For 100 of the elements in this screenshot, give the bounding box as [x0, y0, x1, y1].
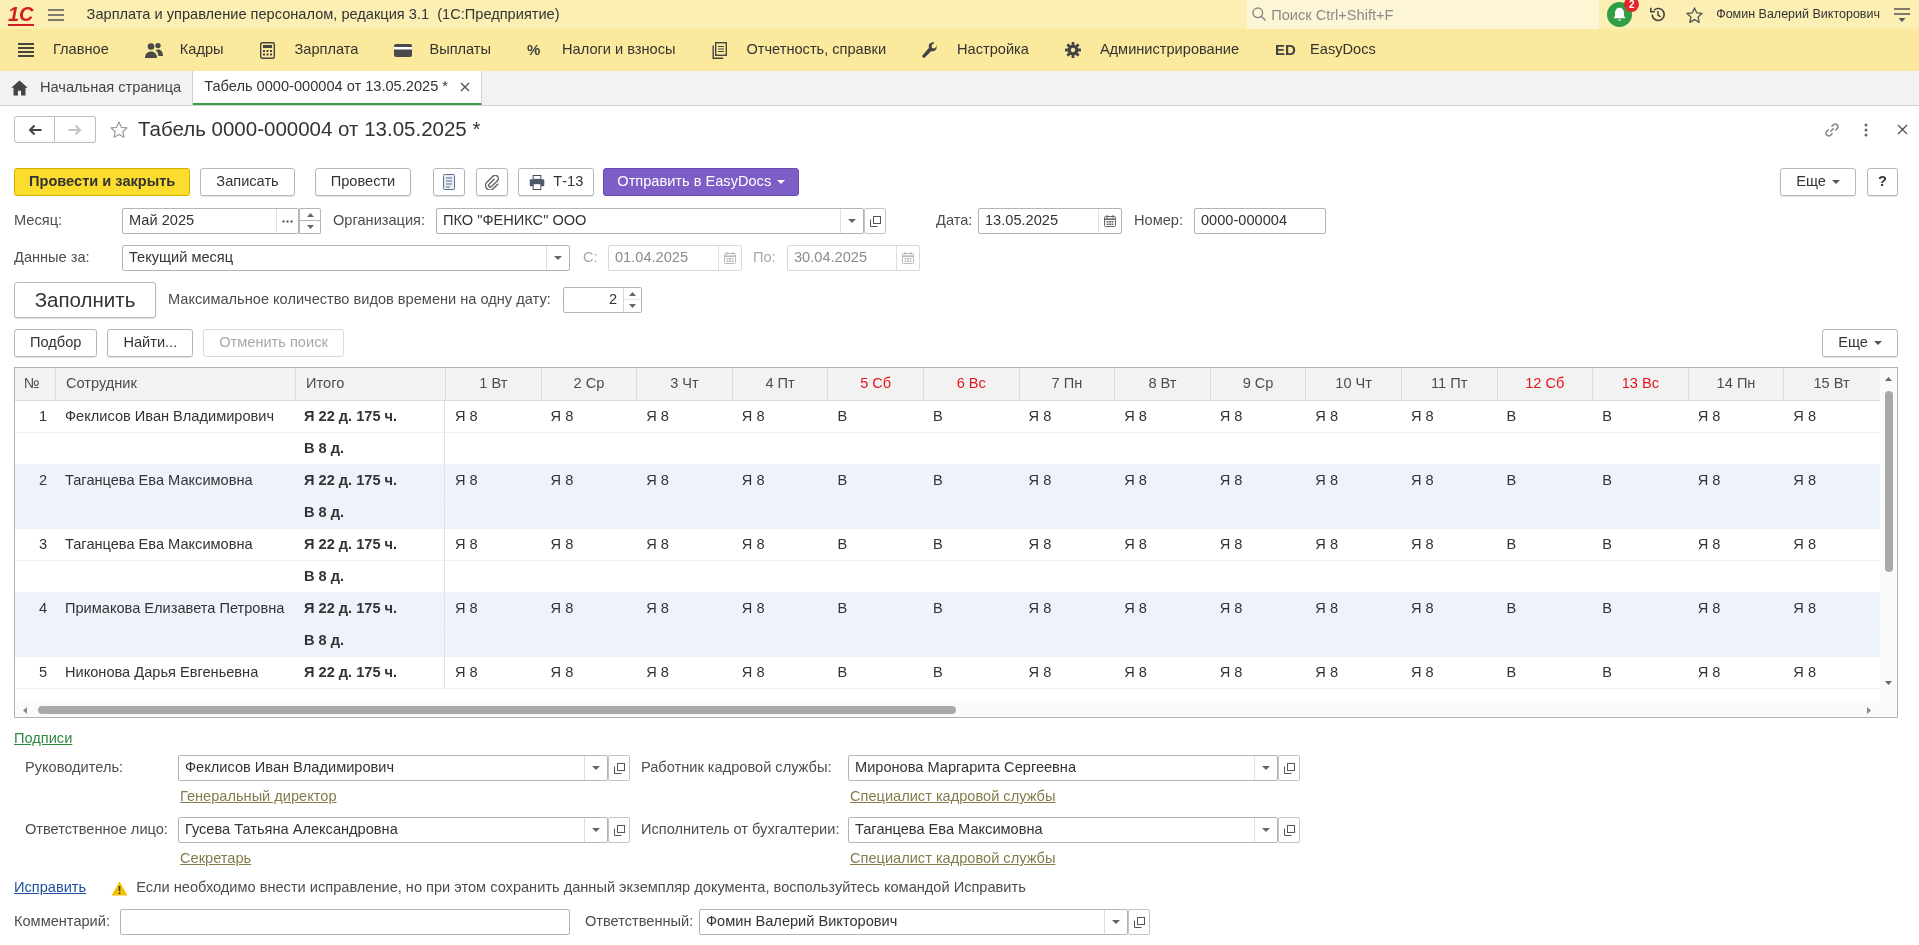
toolbar-button[interactable]: Провести [314, 168, 412, 196]
link-icon[interactable] [1825, 122, 1839, 137]
table-cell-text: В [931, 470, 944, 490]
triangle-up-icon [629, 291, 636, 296]
scrollbar-thumb[interactable] [1884, 391, 1893, 572]
date-field[interactable]: 13.05.2025 [978, 208, 1122, 234]
bell-icon[interactable] [1607, 2, 1633, 27]
table-cell-text: Я 8 [1123, 598, 1148, 618]
table-cell-text: Я 8 [454, 662, 479, 682]
caret-icon [1262, 828, 1270, 832]
open-button[interactable] [608, 817, 630, 843]
section-menu-item[interactable]: Выплаты [394, 35, 492, 65]
table-cell-text: Феклисов Иван Владимирович [64, 406, 276, 426]
tab[interactable]: Табель 0000-000004 от 13.05.2025 * [193, 71, 482, 105]
vertical-scrollbar[interactable] [1880, 368, 1897, 703]
section-link[interactable]: Подписи [14, 729, 73, 747]
section-menu-item[interactable]: Зарплата [259, 35, 359, 65]
increment-button[interactable] [299, 208, 321, 221]
field-label: Дата: [936, 211, 974, 231]
menu-icon[interactable] [1894, 7, 1910, 22]
column-header: № [23, 374, 41, 394]
table-cell-text: Я 8 [740, 598, 766, 618]
toolbar-button[interactable]: Подбор [14, 329, 98, 357]
attach-button[interactable] [476, 168, 509, 196]
correction-link[interactable]: Исправить [14, 877, 87, 899]
table-cell-text: В [836, 470, 849, 490]
position-link[interactable]: Специалист кадровой службы [850, 849, 1056, 867]
table-cell-text: В [1505, 598, 1518, 618]
star-icon[interactable] [110, 121, 128, 138]
table-cell: В 8 д. [295, 625, 445, 656]
back-button[interactable] [14, 116, 55, 143]
table-cell-text: Я 8 [1314, 470, 1340, 490]
print-button[interactable]: Т-13 [518, 168, 595, 196]
menu-icon[interactable] [47, 8, 64, 21]
field-label: Ответственный: [585, 912, 695, 932]
field-label: Месяц: [14, 211, 64, 231]
section-menu-item[interactable]: Отчетность, справки [711, 35, 887, 65]
table-cell-text: Примакова Елизавета Петровна [64, 598, 286, 618]
section-menu-item[interactable]: Администрирование [1064, 35, 1240, 65]
history-icon[interactable] [1649, 6, 1667, 23]
more-button[interactable]: Еще [1822, 329, 1898, 357]
signer-field[interactable]: Гусева Татьяна Александровна [178, 817, 608, 843]
caret-icon [592, 766, 600, 770]
open-button[interactable] [608, 755, 630, 781]
signer-field[interactable]: Феклисов Иван Владимирович [178, 755, 608, 781]
horizontal-scrollbar[interactable] [15, 703, 1897, 717]
table-cell-text: Я 8 [1409, 406, 1435, 426]
help-button[interactable]: ? [1867, 168, 1898, 196]
open-button[interactable] [1128, 909, 1150, 935]
caret-icon [777, 180, 786, 184]
section-menu-item[interactable]: Главное [18, 35, 109, 65]
section-menu-item[interactable]: Настройка [922, 35, 1029, 65]
open-button[interactable] [1278, 817, 1300, 843]
period-field[interactable]: Текущий месяц [122, 245, 570, 271]
close-icon[interactable] [460, 82, 470, 92]
open-button[interactable] [864, 208, 886, 234]
report-button[interactable] [433, 168, 466, 196]
caret-icon [592, 828, 600, 832]
user-name[interactable]: Фомин Валерий Викторович [1716, 5, 1880, 24]
position-link[interactable]: Секретарь [180, 849, 252, 867]
more-icon[interactable] [1864, 122, 1868, 137]
close-icon[interactable] [1897, 124, 1908, 135]
toolbar-button[interactable]: Найти... [107, 329, 194, 357]
star-icon[interactable] [1686, 6, 1704, 23]
decrement-button[interactable] [299, 221, 321, 234]
column-header: 1 Вт [445, 368, 541, 400]
table-cell-text: Я 8 [1792, 662, 1818, 682]
send-menu-button[interactable]: Отправить в EasyDocs [603, 168, 800, 196]
toolbar-button[interactable]: Записать [200, 168, 295, 196]
scrollbar-thumb[interactable] [38, 706, 956, 714]
table-cell-text: Я 8 [1314, 534, 1340, 554]
section-menu-item[interactable]: % Налоги и взносы [527, 35, 676, 65]
ellipsis-icon [282, 219, 293, 223]
search-icon [1252, 7, 1267, 21]
section-menu-item[interactable]: ED EasyDocs [1275, 35, 1376, 65]
position-link[interactable]: Специалист кадровой службы [850, 787, 1056, 805]
responsible-field[interactable]: Фомин Валерий Викторович [699, 909, 1128, 935]
table-cell-text: Я 8 [1218, 598, 1244, 618]
table-cell-text: В [1505, 470, 1518, 490]
submit-button[interactable]: Провести и закрыть [14, 168, 191, 196]
comment-field[interactable] [120, 909, 570, 935]
signer-field[interactable]: Таганцева Ева Максимовна [848, 817, 1278, 843]
table-cell-text: В [1601, 534, 1613, 554]
signer-field[interactable]: Миронова Маргарита Сергеевна [848, 755, 1278, 781]
window-title: Зарплата и управление персоналом, редакция 3.1 (1С:Предприятие) [86, 4, 560, 24]
position-link[interactable]: Генеральный директор [180, 787, 337, 805]
column-header: 5 Сб [827, 368, 923, 400]
search-field[interactable]: Поиск Ctrl+Shift+F [1247, 0, 1600, 29]
section-menu-item[interactable]: Кадры [144, 35, 224, 65]
table-cell: Я 22 д. 175 ч. [295, 401, 445, 432]
month-field[interactable]: Май 2025 [122, 208, 299, 234]
number-field[interactable]: 0000-000004 [1194, 208, 1326, 234]
number-spin-field[interactable]: 2 [563, 287, 642, 313]
table-cell: Я 22 д. 175 ч. [295, 529, 445, 560]
open-button[interactable] [1278, 755, 1300, 781]
table-cell-text: Я 8 [1027, 534, 1053, 554]
fill-button[interactable]: Заполнить [14, 282, 156, 318]
caret-icon [1874, 341, 1882, 345]
organization-field[interactable]: ПКО "ФЕНИКС" ООО [436, 208, 864, 234]
more-button[interactable]: Еще [1780, 168, 1856, 196]
